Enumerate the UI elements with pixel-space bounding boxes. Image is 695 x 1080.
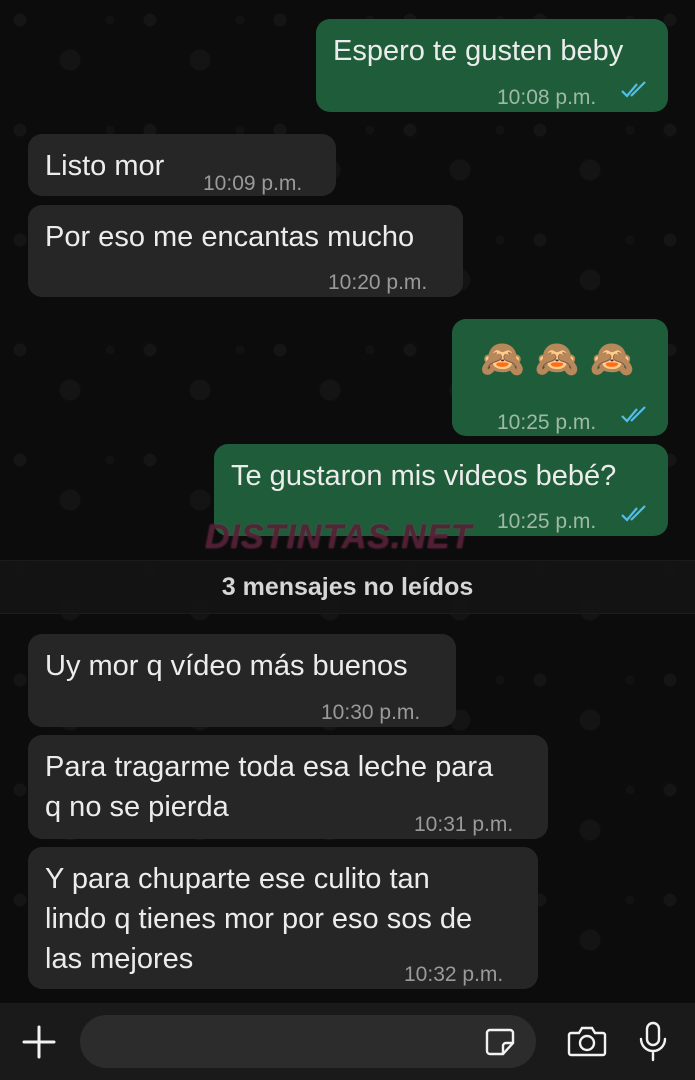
message-bubble-outgoing[interactable]: Espero te gusten beby 10:08 p.m. — [316, 19, 668, 112]
message-emoji: 🙈 🙈 🙈 — [480, 338, 635, 379]
message-bubble-incoming[interactable]: Y para chuparte ese culito tan lindo q t… — [28, 847, 538, 989]
message-text: Espero te gusten beby — [333, 35, 624, 67]
message-time: 10:30 p.m. — [321, 701, 421, 724]
microphone-icon[interactable] — [637, 1021, 669, 1063]
unread-messages-divider: 3 mensajes no leídos — [0, 560, 695, 614]
message-time: 10:08 p.m. — [497, 86, 597, 109]
message-time: 10:32 p.m. — [404, 963, 504, 986]
message-bubble-incoming[interactable]: Por eso me encantas mucho 10:20 p.m. — [28, 205, 463, 297]
watermark: DISTINTAS.NET — [205, 518, 473, 556]
read-receipt-icon — [621, 505, 646, 522]
message-time: 10:09 p.m. — [203, 172, 303, 195]
message-time: 10:25 p.m. — [497, 510, 597, 533]
chat-area[interactable]: Espero te gusten beby 10:08 p.m. Listo m… — [0, 0, 695, 1003]
message-bubble-incoming[interactable]: Listo mor 10:09 p.m. — [28, 134, 336, 196]
message-text: Uy mor q vídeo más buenos — [45, 650, 408, 682]
camera-icon[interactable] — [567, 1025, 607, 1057]
message-text: Te gustaron mis videos bebé? — [231, 460, 617, 492]
message-bubble-incoming[interactable]: Uy mor q vídeo más buenos 10:30 p.m. — [28, 634, 456, 727]
message-time: 10:25 p.m. — [497, 411, 597, 434]
read-receipt-icon — [621, 406, 646, 423]
plus-icon[interactable] — [22, 1025, 56, 1059]
message-text: Listo mor — [45, 150, 165, 182]
message-bubble-incoming[interactable]: Para tragarme toda esa leche para q no s… — [28, 735, 548, 839]
read-receipt-icon — [621, 81, 646, 98]
message-text: Por eso me encantas mucho — [45, 221, 415, 253]
composer-bar — [0, 1003, 695, 1080]
message-time: 10:31 p.m. — [414, 813, 514, 836]
message-input[interactable] — [80, 1015, 536, 1068]
sticker-icon[interactable] — [484, 1027, 516, 1057]
message-bubble-outgoing[interactable]: 🙈 🙈 🙈 10:25 p.m. — [452, 319, 668, 436]
message-time: 10:20 p.m. — [328, 271, 428, 294]
